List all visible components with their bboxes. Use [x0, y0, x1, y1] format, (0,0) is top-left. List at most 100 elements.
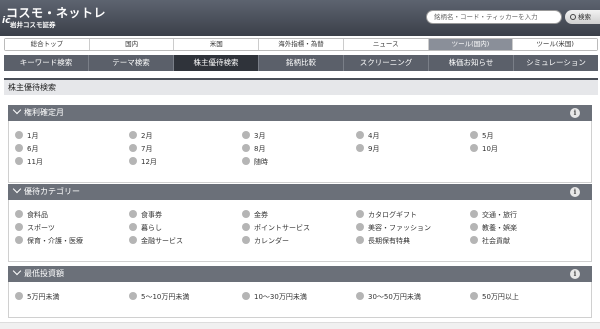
- search-button[interactable]: 検索: [565, 10, 600, 24]
- option-label: 10月: [482, 145, 498, 153]
- category-option[interactable]: ポイントサービス: [242, 223, 310, 233]
- kenri-option[interactable]: 11月: [15, 157, 43, 167]
- investment-option[interactable]: 5〜10万円未満: [129, 292, 189, 302]
- nav1-item-0[interactable]: 総合トップ: [5, 39, 90, 50]
- radio-button[interactable]: [242, 210, 250, 218]
- category-option[interactable]: 暮らし: [129, 223, 162, 233]
- category-option[interactable]: 長期保有特典: [356, 236, 410, 246]
- kenri-option[interactable]: 2月: [129, 131, 152, 141]
- info-icon[interactable]: i: [570, 269, 580, 279]
- radio-button[interactable]: [356, 144, 364, 152]
- radio-button[interactable]: [129, 223, 137, 231]
- category-option[interactable]: 教養・娯楽: [470, 223, 517, 233]
- nav2-item-1[interactable]: テーマ検索: [89, 55, 174, 71]
- primary-nav: 総合トップ 国内 米国 海外指標・為替 ニュース ツール(国内) ツール(米国): [4, 38, 598, 51]
- category-option[interactable]: 金券: [242, 210, 268, 220]
- investment-option[interactable]: 10〜30万円未満: [242, 292, 307, 302]
- kenri-option[interactable]: 12月: [129, 157, 157, 167]
- radio-button[interactable]: [129, 292, 137, 300]
- radio-button[interactable]: [15, 131, 23, 139]
- category-option[interactable]: 交通・旅行: [470, 210, 517, 220]
- radio-button[interactable]: [15, 292, 23, 300]
- kenri-option[interactable]: 1月: [15, 131, 38, 141]
- kenri-option[interactable]: 7月: [129, 144, 152, 154]
- section-header-investment[interactable]: 最低投資額 i: [8, 266, 592, 282]
- kenri-option[interactable]: 10月: [470, 144, 498, 154]
- section-title-kenri: 権利確定月: [24, 108, 64, 117]
- kenri-option[interactable]: 5月: [470, 131, 493, 141]
- category-option[interactable]: 食事券: [129, 210, 162, 220]
- option-label: カタログギフト: [368, 211, 417, 219]
- kenri-option[interactable]: 4月: [356, 131, 379, 141]
- option-label: 5月: [482, 132, 494, 140]
- nav1-item-4[interactable]: ニュース: [343, 39, 429, 50]
- radio-button[interactable]: [242, 144, 250, 152]
- radio-button[interactable]: [15, 157, 23, 165]
- radio-button[interactable]: [242, 223, 250, 231]
- nav1-item-2[interactable]: 米国: [174, 39, 260, 50]
- radio-button[interactable]: [242, 131, 250, 139]
- kenri-option[interactable]: 9月: [356, 144, 379, 154]
- info-icon[interactable]: i: [570, 187, 580, 197]
- option-label: 1月: [27, 132, 39, 140]
- nav1-item-3[interactable]: 海外指標・為替: [259, 39, 344, 50]
- nav1-item-5[interactable]: ツール(国内): [428, 39, 514, 50]
- top-header: コスモ・ネットレ ic 岩井コスモ証券 銘柄名・コード・ティッカーを入力 検索: [0, 0, 600, 36]
- radio-button[interactable]: [470, 223, 478, 231]
- radio-button[interactable]: [129, 157, 137, 165]
- kenri-option[interactable]: 8月: [242, 144, 265, 154]
- option-label: 3月: [254, 132, 266, 140]
- nav2-item-4[interactable]: スクリーニング: [344, 55, 429, 71]
- radio-button[interactable]: [129, 144, 137, 152]
- nav2-item-2[interactable]: 株主優待検索: [174, 55, 259, 71]
- category-option[interactable]: カレンダー: [242, 236, 289, 246]
- radio-button[interactable]: [15, 210, 23, 218]
- section-header-kenri[interactable]: 権利確定月 i: [8, 105, 592, 121]
- radio-button[interactable]: [129, 210, 137, 218]
- info-icon[interactable]: i: [570, 108, 580, 118]
- radio-button[interactable]: [356, 131, 364, 139]
- investment-option[interactable]: 30〜50万円未満: [356, 292, 421, 302]
- radio-button[interactable]: [15, 144, 23, 152]
- category-option[interactable]: 社会貢献: [470, 236, 510, 246]
- kenri-option[interactable]: 3月: [242, 131, 265, 141]
- footer-strip: [0, 322, 600, 329]
- radio-button[interactable]: [129, 236, 137, 244]
- category-option[interactable]: 食料品: [15, 210, 48, 220]
- nav2-item-6[interactable]: シミュレーション: [514, 55, 598, 71]
- investment-option[interactable]: 5万円未満: [15, 292, 59, 302]
- kenri-option[interactable]: 随時: [242, 157, 268, 167]
- radio-button[interactable]: [129, 131, 137, 139]
- category-option[interactable]: カタログギフト: [356, 210, 417, 220]
- nav2-item-0[interactable]: キーワード検索: [4, 55, 89, 71]
- radio-button[interactable]: [242, 292, 250, 300]
- search-input[interactable]: 銘柄名・コード・ティッカーを入力: [426, 10, 562, 24]
- tool-nav: キーワード検索 テーマ検索 株主優待検索 銘柄比較 スクリーニング 株価お知らせ シミュレー…: [4, 55, 598, 71]
- radio-button[interactable]: [356, 292, 364, 300]
- category-option[interactable]: 保育・介護・医療: [15, 236, 83, 246]
- nav1-item-6[interactable]: ツール(米国): [513, 39, 598, 50]
- kenri-option[interactable]: 6月: [15, 144, 38, 154]
- logo-subtitle: 岩井コスモ証券: [10, 21, 56, 29]
- radio-button[interactable]: [356, 223, 364, 231]
- radio-button[interactable]: [470, 292, 478, 300]
- category-option[interactable]: 美容・ファッション: [356, 223, 431, 233]
- radio-button[interactable]: [470, 236, 478, 244]
- nav2-item-3[interactable]: 銘柄比較: [259, 55, 344, 71]
- nav2-item-5[interactable]: 株価お知らせ: [429, 55, 514, 71]
- radio-button[interactable]: [15, 236, 23, 244]
- section-header-category[interactable]: 優待カテゴリー i: [8, 184, 592, 200]
- investment-option[interactable]: 50万円以上: [470, 292, 519, 302]
- radio-button[interactable]: [242, 157, 250, 165]
- option-label: 暮らし: [141, 224, 162, 232]
- radio-button[interactable]: [470, 144, 478, 152]
- radio-button[interactable]: [356, 236, 364, 244]
- radio-button[interactable]: [356, 210, 364, 218]
- category-option[interactable]: スポーツ: [15, 223, 55, 233]
- radio-button[interactable]: [15, 223, 23, 231]
- nav1-item-1[interactable]: 国内: [89, 39, 175, 50]
- radio-button[interactable]: [470, 210, 478, 218]
- radio-button[interactable]: [470, 131, 478, 139]
- radio-button[interactable]: [242, 236, 250, 244]
- category-option[interactable]: 金融サービス: [129, 236, 183, 246]
